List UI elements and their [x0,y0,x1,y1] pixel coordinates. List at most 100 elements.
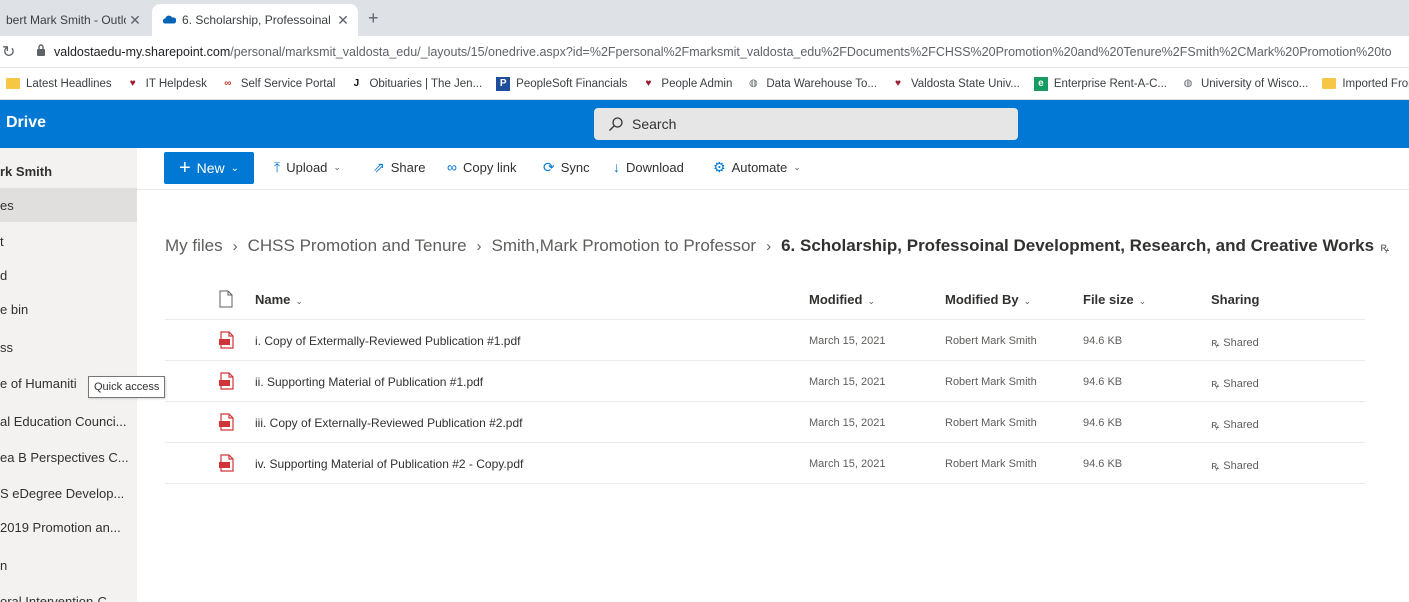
column-header-sharing[interactable]: Sharing [1211,292,1259,307]
sidebar-item[interactable]: al Education Counci... [0,404,137,438]
vsu-icon: ♥ [895,78,901,89]
sharing-status[interactable]: ꝶ Shared [1211,417,1259,432]
column-header-label: Name [255,292,291,307]
column-header-name[interactable]: Name ⌄ [255,292,303,307]
browser-tab-outlook[interactable]: bert Mark Smith - Outlo ✕ [0,4,150,36]
sync-button[interactable]: ⟳ Sync [543,159,590,176]
file-name-link[interactable]: iv. Supporting Material of Publication #… [255,457,523,471]
breadcrumb-item-promotion[interactable]: Smith,Mark Promotion to Professor [492,236,757,256]
close-tab-icon[interactable]: ✕ [334,12,352,29]
sharing-status[interactable]: ꝶ Shared [1211,458,1259,473]
bookmark-label: Self Service Portal [240,77,336,90]
bookmark-item[interactable]: e Enterprise Rent-A-C... [1033,76,1167,91]
sharing-label: Shared [1223,460,1259,472]
bookmark-item[interactable]: P PeopleSoft Financials [496,76,627,91]
sync-label: Sync [560,160,590,175]
sharing-status[interactable]: ꝶ Shared [1211,335,1259,350]
bookmark-item[interactable]: ◍ University of Wisco... [1181,77,1309,91]
chevron-right-icon: › [232,237,238,255]
search-placeholder: Search [632,116,677,132]
bookmark-item[interactable]: ◍ Data Warehouse To... [746,77,877,91]
download-icon: ↓ [613,159,620,175]
bookmark-item[interactable]: Imported From Fire... [1322,78,1409,90]
bookmark-item[interactable]: ∞ Self Service Portal [221,77,336,91]
sidebar-item[interactable]: ea B Perspectives C... [0,440,137,474]
pdf-file-icon [219,331,234,349]
bookmark-item[interactable]: Latest Headlines [6,78,112,90]
automate-button[interactable]: ⚙ Automate ⌄ [713,159,801,176]
bookmark-label: IT Helpdesk [145,77,207,90]
file-row[interactable]: i. Copy of Extermally-Reviewed Publicati… [165,320,1365,361]
vsu-icon: ♥ [129,78,136,89]
bookmark-item[interactable]: ♥ Valdosta State Univ... [891,77,1020,91]
file-row[interactable]: iv. Supporting Material of Publication #… [165,443,1365,484]
sidebar-item[interactable]: ss [0,330,137,364]
sidebar-item[interactable]: oral Intervention-C... [0,584,137,602]
column-header-modified[interactable]: Modified ⌄ [809,292,875,307]
sidebar-item[interactable]: es [0,188,137,222]
address-bar-input[interactable]: valdostaedu-my.sharepoint.com/personal/m… [54,45,1404,59]
sidebar-item[interactable]: n [0,548,137,582]
sidebar-item[interactable]: S eDegree Develop... [0,476,137,510]
breadcrumb-item-chss[interactable]: CHSS Promotion and Tenure [248,236,467,256]
onedrive-cloud-icon [162,15,176,24]
new-button[interactable]: + New ⌄ [164,152,254,184]
new-tab-button[interactable]: + [368,8,379,29]
sidebar-item[interactable]: d [0,258,137,292]
bookmarks-bar: Latest Headlines ♥ IT Helpdesk ∞ Self Servic… [0,68,1409,100]
sidebar-item[interactable]: e bin [0,292,137,326]
file-name-link[interactable]: i. Copy of Extermally-Reviewed Publicati… [255,334,520,348]
sharing-label: Shared [1223,337,1259,349]
chevron-down-icon: ⌄ [793,162,801,172]
column-header-file-size[interactable]: File size ⌄ [1083,292,1146,307]
plus-icon: + [178,157,191,179]
bookmark-item[interactable]: ♥ People Admin [641,77,732,91]
link-icon: ∞ [447,159,457,175]
pdf-file-icon [219,372,234,390]
bookmark-label: Latest Headlines [26,77,112,90]
tab-title: 6. Scholarship, Professoinal Deve [182,13,334,27]
column-header-label: Sharing [1211,292,1260,307]
shared-people-icon: ꝶ [1211,419,1220,431]
p-icon: P [496,76,511,91]
sharing-label: Shared [1223,378,1259,390]
breadcrumb-item-my-files[interactable]: My files [165,236,223,256]
file-size: 94.6 KB [1083,417,1123,429]
close-tab-icon[interactable]: ✕ [126,12,144,29]
automate-icon: ⚙ [713,159,726,175]
app-title[interactable]: Drive [6,114,46,132]
file-type-icon[interactable] [219,290,233,308]
bookmark-label: Obituaries | The Jen... [369,77,483,90]
file-name-link[interactable]: iii. Copy of Externally-Reviewed Publica… [255,416,522,430]
file-row[interactable]: iii. Copy of Externally-Reviewed Publica… [165,402,1365,443]
file-row[interactable]: ii. Supporting Material of Publication #… [165,361,1365,402]
user-name[interactable]: rk Smith [0,154,137,188]
reload-icon[interactable]: ↻ [2,42,15,62]
upload-button[interactable]: ⤒ Upload ⌄ [274,159,341,176]
sharing-status[interactable]: ꝶ Shared [1211,376,1259,391]
modified-by: Robert Mark Smith [945,376,1037,388]
chevron-down-icon: ⌄ [333,162,341,172]
search-input[interactable]: Search [594,108,1018,140]
chevron-down-icon: ⌄ [230,162,240,174]
folder-icon [6,78,20,89]
tab-title: bert Mark Smith - Outlo [6,13,126,27]
modified-by: Robert Mark Smith [945,417,1037,429]
lock-icon[interactable] [36,43,46,57]
bookmark-item[interactable]: ♥ IT Helpdesk [126,77,207,91]
automate-label: Automate [731,160,788,175]
copy-link-button[interactable]: ∞ Copy link [447,159,516,175]
share-button[interactable]: ⇗ Share [373,159,425,176]
column-header-modified-by[interactable]: Modified By ⌄ [945,292,1031,307]
download-button[interactable]: ↓ Download [613,159,684,175]
file-name-link[interactable]: ii. Supporting Material of Publication #… [255,375,483,389]
browser-tab-onedrive[interactable]: 6. Scholarship, Professoinal Deve ✕ [152,4,358,36]
modified-date: March 15, 2021 [809,335,886,347]
sidebar-item[interactable]: t [0,224,137,258]
sharing-label: Shared [1223,419,1259,431]
bookmark-item[interactable]: J Obituaries | The Jen... [349,77,483,91]
shared-people-icon: ꝶ [1380,239,1390,254]
bookmark-label: Enterprise Rent-A-C... [1053,77,1167,90]
sidebar-item[interactable]: 2019 Promotion an... [0,510,137,544]
breadcrumb-current-folder: 6. Scholarship, Professoinal Development… [781,236,1375,255]
